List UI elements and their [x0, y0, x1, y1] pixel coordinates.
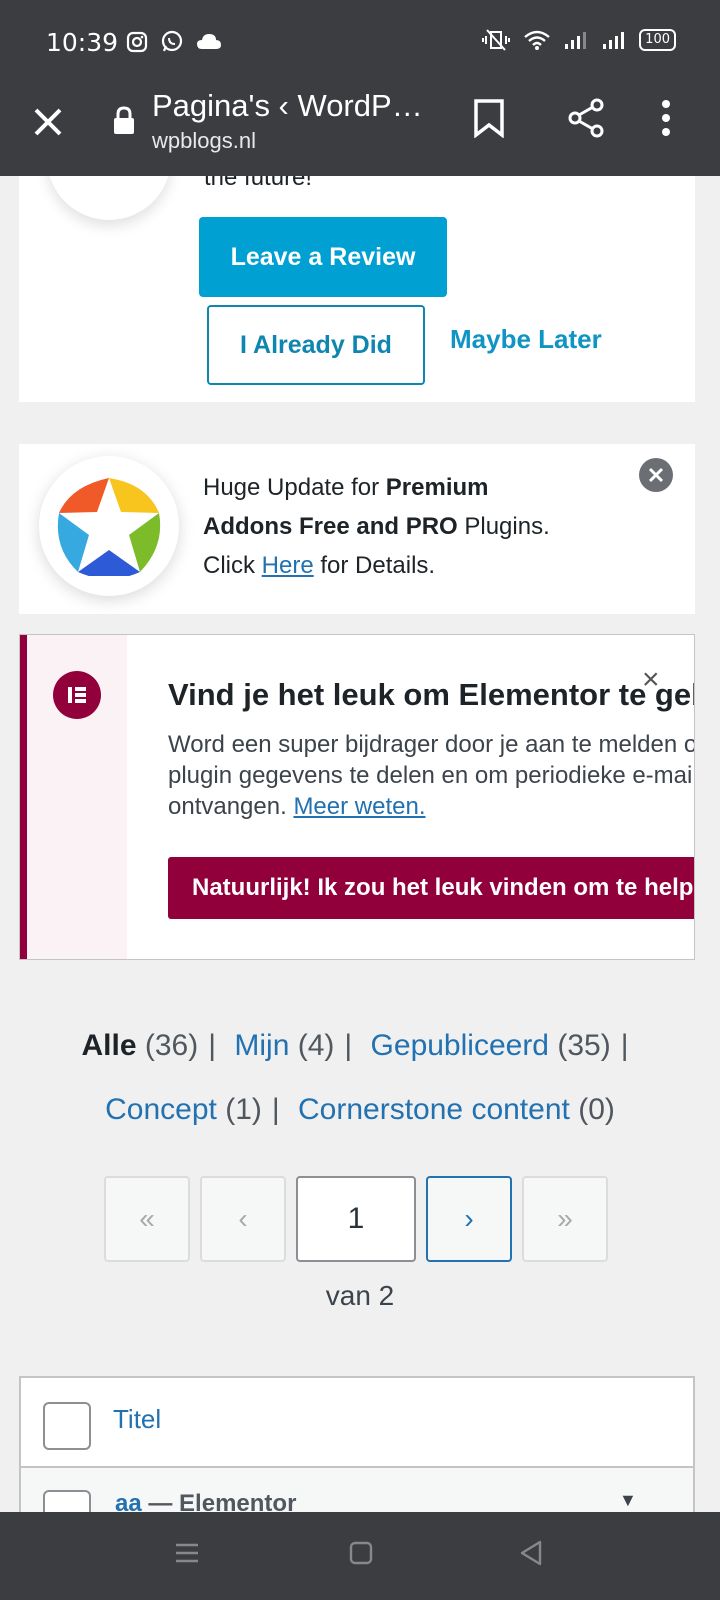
leave-review-button[interactable]: Leave a Review: [199, 217, 447, 297]
back-triangle-icon: [520, 1540, 542, 1566]
status-time: 10:39: [46, 28, 119, 57]
filter-published[interactable]: Gepubliceerd: [371, 1029, 549, 1062]
filter-cornerstone-count: (0): [578, 1093, 615, 1126]
premium-close-button[interactable]: [639, 458, 673, 492]
total-pages-text: van 2: [325, 1280, 395, 1311]
system-icons: 100: [481, 28, 676, 52]
lock-icon[interactable]: [112, 106, 136, 141]
already-did-button[interactable]: I Already Did: [207, 305, 425, 385]
filter-line-2: Concept (1) | Cornerstone content (0): [0, 1078, 720, 1142]
next-page-button[interactable]: ›: [426, 1176, 512, 1262]
elementor-body-line-3: ontvangen. Meer weten.: [168, 791, 694, 822]
vibrate-icon: [482, 29, 511, 51]
bookmark-button[interactable]: [472, 98, 506, 143]
first-page-button: «: [104, 1176, 190, 1262]
system-navigation-bar: [0, 1512, 720, 1600]
column-title-header[interactable]: Titel: [113, 1404, 161, 1435]
table-row: aa — Elementor ▼: [21, 1468, 693, 1514]
instagram-icon: [126, 31, 148, 53]
filter-separator: |: [271, 1093, 280, 1126]
current-page-input[interactable]: 1: [296, 1176, 416, 1262]
wifi-icon: [524, 30, 550, 50]
menu-icon: [176, 1543, 198, 1563]
pages-table: Titel aa — Elementor ▼: [19, 1376, 695, 1516]
bookmark-icon: [474, 99, 504, 139]
elementor-notice-body: Word een super bijdrager door je aan te …: [168, 729, 695, 822]
learn-more-link[interactable]: Meer weten.: [293, 793, 425, 820]
share-button[interactable]: [566, 98, 606, 143]
close-tab-button[interactable]: [28, 102, 68, 142]
premium-text-3: for Details.: [313, 552, 436, 579]
elementor-optin-button[interactable]: Natuurlijk! Ik zou het leuk vinden om te…: [168, 857, 694, 919]
filter-cornerstone[interactable]: Cornerstone content: [298, 1093, 570, 1126]
maybe-later-link[interactable]: Maybe Later: [450, 324, 602, 355]
post-status-filters: Alle (36) | Mijn (4) | Gepubliceerd (35) | …: [0, 1014, 720, 1142]
page-url[interactable]: wpblogs.nl: [152, 128, 256, 154]
premium-details-link[interactable]: Here: [262, 552, 314, 579]
signal-icon: [565, 32, 587, 49]
filter-separator: |: [620, 1029, 629, 1062]
filter-draft[interactable]: Concept: [105, 1093, 217, 1126]
toggle-row-button[interactable]: ▼: [619, 1490, 637, 1511]
recent-apps-button[interactable]: [174, 1540, 200, 1571]
premium-addons-notice: Huge Update for Premium Addons Free and …: [19, 444, 695, 614]
premium-text-1: Huge Update for: [203, 474, 386, 501]
filter-draft-count: (1): [225, 1093, 262, 1126]
filter-published-count: (35): [557, 1029, 611, 1062]
page-title[interactable]: Pagina's ‹ WordPr…: [152, 88, 432, 124]
filter-all-count: (36): [144, 1029, 199, 1062]
premium-addons-logo: [39, 456, 179, 596]
elementor-body-line-3-prefix: ontvangen.: [168, 793, 294, 820]
last-page-button[interactable]: »: [522, 1176, 608, 1262]
select-all-checkbox[interactable]: [43, 1402, 91, 1450]
close-circle-icon: [648, 467, 664, 483]
elementor-notice: Vind je het leuk om Elementor te gebruik…: [19, 634, 695, 960]
whatsapp-icon: [161, 30, 183, 52]
review-notice: the future! Leave a Review I Already Did…: [19, 176, 695, 402]
prev-page-button: ‹: [200, 1176, 286, 1262]
notification-icons: [126, 30, 222, 54]
more-vert-icon: [662, 100, 670, 136]
more-options-button[interactable]: [660, 96, 672, 145]
review-avatar: [47, 176, 171, 220]
signal-icon-2: [603, 32, 625, 49]
close-icon: [34, 108, 62, 136]
filter-separator: |: [344, 1029, 353, 1062]
filter-mine[interactable]: Mijn: [234, 1029, 289, 1062]
elementor-accent-strip: [20, 635, 27, 959]
browser-toolbar: Pagina's ‹ WordPr… wpblogs.nl: [0, 86, 720, 176]
premium-notice-text: Huge Update for Premium Addons Free and …: [203, 468, 583, 585]
elementor-notice-title: Vind je het leuk om Elementor te gebruik…: [168, 677, 694, 712]
review-snippet: the future!: [204, 176, 313, 191]
elementor-body-line-2: plugin gegevens te delen en om periodiek…: [168, 762, 695, 789]
filter-all[interactable]: Alle: [82, 1029, 137, 1062]
filter-mine-count: (4): [297, 1029, 335, 1062]
elementor-dismiss-button[interactable]: ×: [642, 663, 660, 697]
filter-separator: |: [208, 1029, 217, 1062]
cloud-icon: [197, 34, 221, 49]
status-bar: 10:39 100: [0, 0, 720, 86]
table-header: Titel: [21, 1378, 693, 1468]
share-icon: [568, 98, 604, 138]
home-button[interactable]: [348, 1540, 374, 1571]
elementor-body-line-1: Word een super bijdrager door je aan te …: [168, 731, 695, 758]
battery-icon: 100: [639, 29, 676, 51]
back-button[interactable]: [518, 1540, 544, 1571]
home-square-icon: [349, 1541, 373, 1565]
star-logo-icon: [57, 478, 161, 576]
elementor-logo-icon: [53, 671, 101, 719]
filter-line-1: Alle (36) | Mijn (4) | Gepubliceerd (35) |: [0, 1014, 720, 1078]
